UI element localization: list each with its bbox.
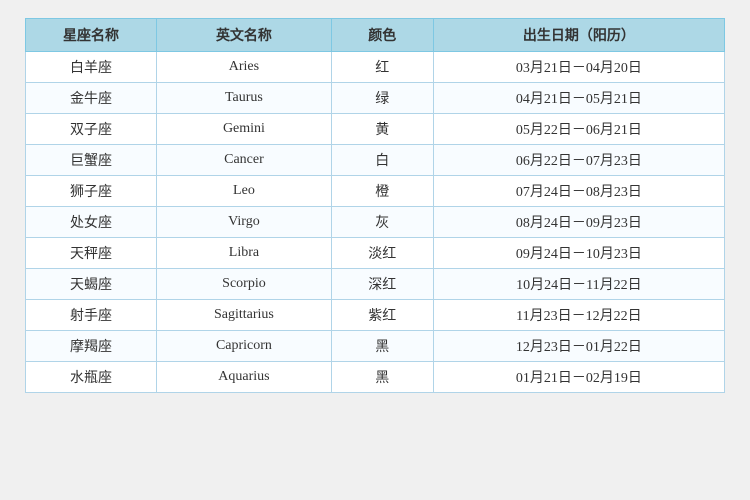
cell-color: 深红 (331, 269, 433, 300)
table-row: 天秤座Libra淡红09月24日－10月23日 (26, 238, 725, 269)
cell-chinese-name: 天秤座 (26, 238, 157, 269)
col-header-chinese: 星座名称 (26, 19, 157, 52)
zodiac-table: 星座名称 英文名称 颜色 出生日期（阳历） 白羊座Aries红03月21日－04… (25, 18, 725, 393)
cell-english-name: Leo (157, 176, 332, 207)
cell-color: 红 (331, 52, 433, 83)
cell-english-name: Libra (157, 238, 332, 269)
table-row: 白羊座Aries红03月21日－04月20日 (26, 52, 725, 83)
table-row: 双子座Gemini黄05月22日－06月21日 (26, 114, 725, 145)
cell-dates: 10月24日－11月22日 (433, 269, 724, 300)
cell-english-name: Cancer (157, 145, 332, 176)
cell-dates: 09月24日－10月23日 (433, 238, 724, 269)
cell-dates: 12月23日－01月22日 (433, 331, 724, 362)
cell-dates: 04月21日－05月21日 (433, 83, 724, 114)
col-header-color: 颜色 (331, 19, 433, 52)
cell-dates: 06月22日－07月23日 (433, 145, 724, 176)
cell-color: 黑 (331, 362, 433, 393)
table-row: 金牛座Taurus绿04月21日－05月21日 (26, 83, 725, 114)
cell-color: 灰 (331, 207, 433, 238)
cell-dates: 05月22日－06月21日 (433, 114, 724, 145)
cell-chinese-name: 水瓶座 (26, 362, 157, 393)
table-row: 处女座Virgo灰08月24日－09月23日 (26, 207, 725, 238)
table-row: 射手座Sagittarius紫红11月23日－12月22日 (26, 300, 725, 331)
col-header-english: 英文名称 (157, 19, 332, 52)
table-header-row: 星座名称 英文名称 颜色 出生日期（阳历） (26, 19, 725, 52)
cell-chinese-name: 狮子座 (26, 176, 157, 207)
cell-chinese-name: 金牛座 (26, 83, 157, 114)
cell-english-name: Taurus (157, 83, 332, 114)
table-row: 天蝎座Scorpio深红10月24日－11月22日 (26, 269, 725, 300)
cell-dates: 01月21日－02月19日 (433, 362, 724, 393)
cell-english-name: Aries (157, 52, 332, 83)
cell-dates: 11月23日－12月22日 (433, 300, 724, 331)
cell-chinese-name: 白羊座 (26, 52, 157, 83)
cell-chinese-name: 处女座 (26, 207, 157, 238)
table-row: 摩羯座Capricorn黑12月23日－01月22日 (26, 331, 725, 362)
cell-color: 橙 (331, 176, 433, 207)
cell-chinese-name: 射手座 (26, 300, 157, 331)
cell-color: 黑 (331, 331, 433, 362)
cell-color: 紫红 (331, 300, 433, 331)
cell-dates: 03月21日－04月20日 (433, 52, 724, 83)
cell-color: 黄 (331, 114, 433, 145)
cell-color: 淡红 (331, 238, 433, 269)
table-body: 白羊座Aries红03月21日－04月20日金牛座Taurus绿04月21日－0… (26, 52, 725, 393)
cell-english-name: Virgo (157, 207, 332, 238)
table-row: 巨蟹座Cancer白06月22日－07月23日 (26, 145, 725, 176)
cell-english-name: Scorpio (157, 269, 332, 300)
cell-english-name: Gemini (157, 114, 332, 145)
table-container: 星座名称 英文名称 颜色 出生日期（阳历） 白羊座Aries红03月21日－04… (25, 18, 725, 393)
cell-chinese-name: 双子座 (26, 114, 157, 145)
cell-chinese-name: 天蝎座 (26, 269, 157, 300)
table-row: 狮子座Leo橙07月24日－08月23日 (26, 176, 725, 207)
col-header-dates: 出生日期（阳历） (433, 19, 724, 52)
cell-color: 绿 (331, 83, 433, 114)
cell-chinese-name: 摩羯座 (26, 331, 157, 362)
cell-color: 白 (331, 145, 433, 176)
cell-dates: 08月24日－09月23日 (433, 207, 724, 238)
cell-english-name: Sagittarius (157, 300, 332, 331)
cell-chinese-name: 巨蟹座 (26, 145, 157, 176)
table-row: 水瓶座Aquarius黑01月21日－02月19日 (26, 362, 725, 393)
cell-english-name: Capricorn (157, 331, 332, 362)
cell-dates: 07月24日－08月23日 (433, 176, 724, 207)
cell-english-name: Aquarius (157, 362, 332, 393)
